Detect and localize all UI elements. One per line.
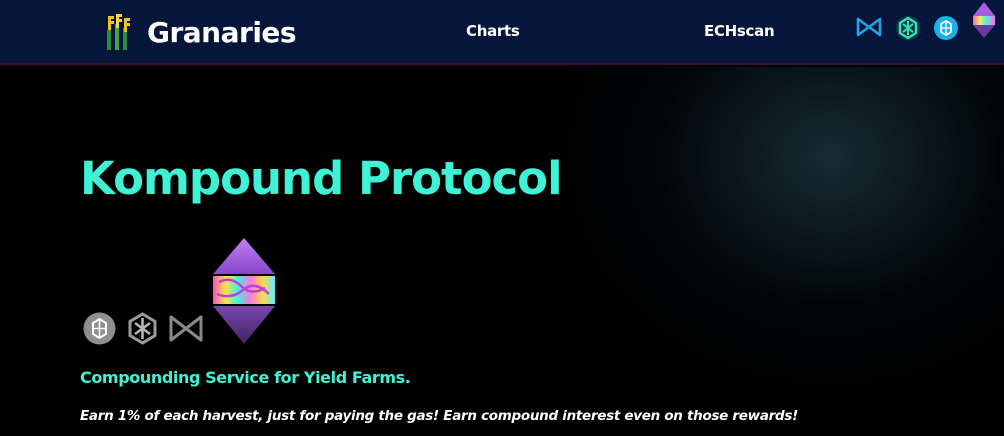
- ethereum-gem-icon: [213, 238, 275, 344]
- brand-link[interactable]: Granaries: [105, 12, 297, 52]
- bow-tie-network-icon: [169, 315, 203, 342]
- cube-network-icon[interactable]: [895, 15, 921, 41]
- fantom-network-icon[interactable]: [933, 15, 959, 41]
- brand-name: Granaries: [147, 15, 297, 49]
- bow-tie-network-icon[interactable]: [856, 16, 882, 38]
- hero-description: Earn 1% of each harvest, just for paying…: [80, 408, 798, 424]
- nav-link-echscan[interactable]: ECHscan: [704, 22, 775, 40]
- top-navbar: Granaries Charts ECHscan: [0, 0, 1004, 65]
- page-title: Kompound Protocol: [80, 152, 562, 205]
- nav-link-charts[interactable]: Charts: [466, 22, 520, 40]
- wheat-logo-icon: [107, 14, 130, 50]
- ethereum-gem-icon[interactable]: [972, 1, 996, 39]
- hero-subtitle: Compounding Service for Yield Farms.: [80, 368, 411, 387]
- fantom-network-icon: [83, 312, 116, 345]
- cube-network-icon: [128, 312, 157, 345]
